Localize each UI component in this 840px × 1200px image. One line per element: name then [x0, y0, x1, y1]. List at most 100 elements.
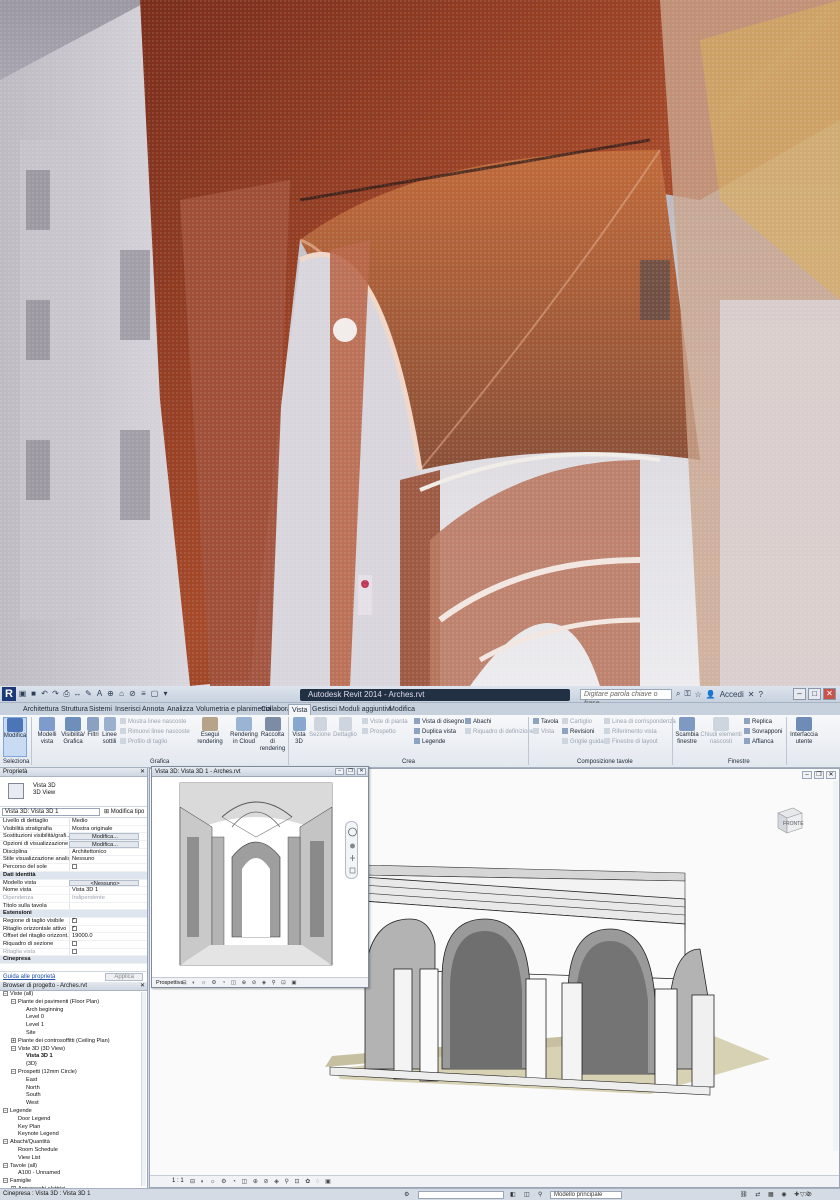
riferimento-vista-button[interactable]: Riferimento vista	[604, 728, 657, 736]
property-row[interactable]: Sostituzioni visibilità/grafi... Modifica…	[0, 833, 147, 842]
property-row[interactable]: Livello di dettaglio Medio	[0, 818, 147, 826]
property-row[interactable]: Nome vista Vista 3D 1	[0, 887, 147, 895]
tree-item[interactable]: − Viste 3D (3D View)	[0, 1045, 147, 1054]
section-icon[interactable]: ⊘	[128, 689, 137, 699]
tree-item[interactable]: A100 - Unnamed	[0, 1170, 147, 1178]
property-row[interactable]: Modello vista <Nessuno>	[0, 879, 147, 888]
subscription-icon[interactable]: ⚿	[684, 689, 690, 699]
tree-item[interactable]: Level 1	[0, 1022, 147, 1030]
undo-icon[interactable]: ↶	[40, 689, 49, 699]
collapse-icon[interactable]: −	[11, 1045, 16, 1051]
modifica-button[interactable]: Modifica	[3, 717, 27, 757]
tree-item[interactable]: Level 0	[0, 1014, 147, 1022]
thin-lines-icon[interactable]: ≡	[139, 689, 148, 699]
property-value[interactable]	[69, 941, 139, 948]
minimize-button[interactable]: –	[335, 768, 344, 775]
view-control-icons[interactable]: ⊟ ◐ ☼ ⚙ ◔ ◫ ⊕ ⊘ ◈ ⚲ ⊡ ✿ ◌ ▣	[190, 1178, 333, 1185]
property-row[interactable]: Regione di taglio visibile	[0, 917, 147, 926]
property-row[interactable]: Ritaglia vista	[0, 948, 147, 957]
property-value[interactable]: Architettonico	[69, 848, 139, 856]
property-row[interactable]: Dipendenza Indipendente	[0, 894, 147, 903]
signin-label[interactable]: Accedi	[720, 690, 744, 699]
exchange-icon[interactable]: ✕	[748, 690, 755, 699]
property-value[interactable]	[69, 948, 139, 956]
tree-item[interactable]: Keynote Legend	[0, 1131, 147, 1139]
edit-type-button[interactable]: ⊞ Modifica tipo	[104, 808, 144, 815]
tree-item[interactable]: Key Plan	[0, 1124, 147, 1132]
tag-icon[interactable]: A	[95, 689, 104, 699]
expand-icon[interactable]: +	[11, 1037, 16, 1043]
property-value[interactable]: Indipendente	[69, 894, 139, 902]
tree-item[interactable]: − Legende	[0, 1107, 147, 1116]
editable-only-icon[interactable]: ◧	[510, 1191, 516, 1198]
affianca-button[interactable]: Affianca	[744, 738, 774, 746]
linee-sottili-button[interactable]: Linee sottili	[101, 717, 118, 746]
collapse-icon[interactable]: −	[3, 1139, 8, 1145]
tavola-button[interactable]: Tavola	[533, 718, 558, 726]
raccolta-di-rendering-button[interactable]: Raccolta di rendering	[259, 717, 286, 753]
property-value[interactable]	[69, 925, 139, 933]
vista-button[interactable]: Vista	[533, 728, 554, 736]
close-hidden-icon[interactable]: ▢	[150, 689, 159, 699]
close-icon[interactable]: ✕	[140, 768, 145, 777]
tree-item[interactable]: − Famiglie	[0, 1178, 147, 1186]
tab-sistemi[interactable]: Sistemi	[86, 704, 115, 715]
visibilita-grafica-button[interactable]: Visibilità/ Grafica	[61, 717, 85, 746]
esegui-rendering-button[interactable]: Esegui rendering	[190, 717, 230, 746]
maximize-button[interactable]: □	[808, 688, 821, 700]
scambia-finestre-button[interactable]: Scambia finestre	[675, 717, 699, 746]
rendering-in-cloud-button[interactable]: Rendering in Cloud	[230, 717, 258, 746]
collapse-icon[interactable]: −	[3, 1178, 8, 1184]
save-icon[interactable]: ■	[29, 689, 38, 699]
view-scale[interactable]: 1 : 1	[172, 1178, 184, 1184]
property-row[interactable]: Disciplina Architettonico	[0, 848, 147, 857]
prospetto-button[interactable]: Prospetto	[362, 728, 396, 736]
property-row[interactable]: Stile visualizzazione analis... Nessuno	[0, 856, 147, 865]
linea-di-corrispondenza-button[interactable]: Linea di corrispondenza	[604, 718, 676, 726]
filtri-button[interactable]: Filtri	[86, 717, 100, 739]
browser-scrollbar[interactable]	[141, 992, 146, 1186]
viewcube[interactable]: FRONTE	[775, 805, 805, 837]
rimuovi-linee-nascoste-button[interactable]: Rimuovi linee nascoste	[120, 728, 190, 736]
minimize-button[interactable]: –	[793, 688, 806, 700]
filter-icon[interactable]: ⚲	[538, 1191, 542, 1198]
property-checkbox[interactable]	[72, 941, 77, 946]
tree-item[interactable]: South	[0, 1092, 147, 1100]
profilo-di-taglio-button[interactable]: Profilo di taglio	[120, 738, 167, 746]
collapse-icon[interactable]: −	[3, 1107, 8, 1113]
floating-view-icons[interactable]: ⊟ ◐ ☼ ⚙ ◔ ◫ ⊕ ⊘ ◈ ⚲ ⊡ ▣	[182, 978, 299, 988]
redo-icon[interactable]: ↷	[51, 689, 60, 699]
tree-item[interactable]: {3D}	[0, 1061, 147, 1069]
property-edit-button[interactable]: Modifica...	[69, 841, 139, 848]
property-checkbox[interactable]	[72, 917, 77, 924]
tree-item[interactable]: Door Legend	[0, 1116, 147, 1124]
duplica-vista-button[interactable]: Duplica vista	[414, 728, 456, 736]
legende-button[interactable]: Legende	[414, 738, 445, 746]
communication-icon[interactable]: ☆	[695, 690, 702, 699]
riquadro-di-definizione-button[interactable]: Riquadro di definizione	[465, 728, 534, 736]
property-row[interactable]: Ritaglio orizzontale attivo	[0, 925, 147, 934]
search-input[interactable]: Digitare parola chiave o frase	[580, 689, 672, 707]
property-group-header[interactable]: Estensioni	[0, 910, 147, 918]
application-menu-button[interactable]: R	[2, 687, 16, 701]
help-icon[interactable]: ?	[758, 690, 762, 699]
property-value[interactable]: Vista 3D 1	[69, 887, 139, 894]
dettaglio-button[interactable]: Dettaglio	[333, 717, 357, 739]
dimension-icon[interactable]: ✎	[84, 689, 93, 699]
tree-item[interactable]: − Prospetti (12mm Circle)	[0, 1068, 147, 1077]
tree-item[interactable]: − Tavole (all)	[0, 1162, 147, 1171]
property-row[interactable]: Opzioni di visualizzazione ... Modifica..…	[0, 841, 147, 849]
tab-analizza[interactable]: Analizza	[164, 704, 196, 715]
property-checkbox[interactable]	[72, 864, 77, 870]
vista-di-disegno-button[interactable]: Vista di disegno	[414, 718, 464, 726]
property-group-header[interactable]: Cinepresa	[0, 956, 147, 965]
search-icon[interactable]: ⌕	[676, 689, 680, 699]
viste-di-pianta-button[interactable]: Viste di pianta	[362, 718, 408, 726]
tree-item[interactable]: + Piante dei controsoffitti (Ceiling Plan…	[0, 1037, 147, 1046]
property-edit-button[interactable]: <Nessuno>	[69, 879, 139, 887]
revisioni-button[interactable]: Revisioni	[562, 728, 594, 736]
tree-item[interactable]: − Viste (all)	[0, 991, 147, 999]
tab-architettura[interactable]: Architettura	[20, 704, 62, 715]
collapse-icon[interactable]: −	[3, 991, 8, 997]
griglie-guida-button[interactable]: Griglie guida	[562, 738, 604, 746]
